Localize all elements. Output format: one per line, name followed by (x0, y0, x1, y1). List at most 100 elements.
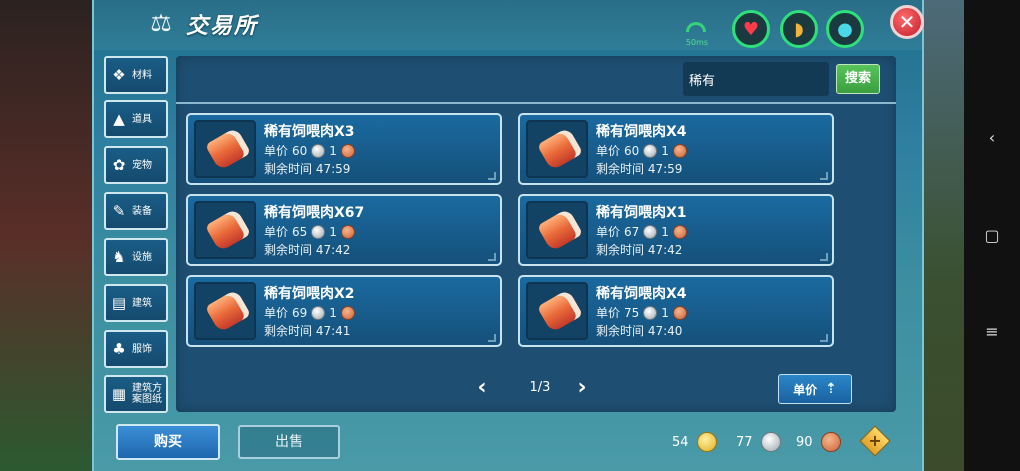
category-pets[interactable]: ✿ 宠物 (104, 146, 168, 184)
sort-label: 单价 (793, 382, 818, 397)
meat-icon (536, 127, 584, 171)
building-icon: ▤ (111, 294, 127, 312)
listing-card[interactable]: 稀有饲喂肉X67 单价 65 1 剩余时间 47:42 (186, 194, 502, 266)
silver-amount: 77 (736, 434, 753, 450)
search-input[interactable] (683, 62, 829, 96)
silver-coin-icon (643, 143, 658, 158)
time-remaining: 47:40 (647, 324, 683, 338)
item-name: 稀有饲喂肉X4 (596, 124, 687, 140)
price-label: 单价 (596, 225, 621, 239)
copper-price: 1 (661, 224, 669, 239)
copper-price: 1 (661, 143, 669, 158)
chevron-right-icon[interactable]: › (572, 376, 592, 400)
price-row: 单价 65 1 (264, 223, 355, 240)
search-button[interactable]: 搜索 (836, 64, 880, 94)
item-name: 稀有饲喂肉X4 (596, 286, 687, 302)
chevron-left-icon[interactable]: ‹ (472, 376, 492, 400)
category-materials[interactable]: ❖ 材料 (104, 56, 168, 94)
corner-mark (820, 172, 828, 180)
back-nav-icon[interactable]: ‹ (964, 128, 1020, 147)
world-left-scenery (0, 0, 100, 471)
listing-card[interactable]: 稀有饲喂肉X1 单价 67 1 剩余时间 47:42 (518, 194, 834, 266)
item-frame (526, 282, 588, 340)
buy-tab-button[interactable]: 购买 (116, 424, 220, 460)
price-row: 单价 60 1 (264, 142, 355, 159)
page-indicator: 1/3 (529, 380, 551, 395)
sort-arrow-icon: ⇡ (825, 381, 837, 397)
category-label: 服饰 (132, 343, 152, 355)
time-row: 剩余时间 47:41 (264, 322, 350, 339)
silver-coin-icon (311, 305, 326, 320)
material-icon: ❖ (112, 66, 126, 84)
silver-price: 67 (624, 224, 640, 239)
panel-header: ⚖ 交易所 50ms ♥ ◗ ● ✕ (94, 0, 924, 50)
system-navigation-bar: ‹ ▢ ≡ (964, 0, 1020, 471)
page-title: 交易所 (186, 14, 259, 39)
close-icon: ✕ (898, 10, 916, 34)
category-label: 设施 (132, 251, 152, 263)
clothing-icon: ♣ (112, 340, 126, 358)
time-row: 剩余时间 47:59 (264, 160, 350, 177)
listing-card[interactable]: 稀有饲喂肉X3 单价 60 1 剩余时间 47:59 (186, 113, 502, 185)
category-blueprints[interactable]: ▦ 建筑方 案图纸 (104, 375, 168, 413)
category-clothing[interactable]: ♣ 服饰 (104, 330, 168, 368)
category-label: 材料 (132, 69, 152, 81)
corner-mark (820, 334, 828, 342)
ping-label: 50ms (685, 38, 709, 47)
copper-coin-icon (672, 305, 687, 320)
exchange-panel: ⚖ 交易所 50ms ♥ ◗ ● ✕ ❖ 材料 ▲ 道具 ✿ 宠物 ✎ 装备 ♞… (92, 0, 924, 471)
add-currency-button[interactable]: + (859, 425, 891, 457)
scales-icon: ⚖ (150, 9, 172, 37)
gold-coin-icon (696, 432, 717, 452)
stomach-icon[interactable]: ◗ (780, 10, 818, 48)
time-row: 剩余时间 47:42 (596, 241, 682, 258)
listing-card[interactable]: 稀有饲喂肉X4 单价 75 1 剩余时间 47:40 (518, 275, 834, 347)
price-label: 单价 (264, 306, 289, 320)
category-equipment[interactable]: ✎ 装备 (104, 192, 168, 230)
time-label: 剩余时间 (596, 162, 645, 176)
silver-balance: 77 (736, 432, 781, 452)
meat-icon (204, 127, 252, 171)
home-nav-icon[interactable]: ▢ (964, 226, 1020, 245)
item-name: 稀有饲喂肉X1 (596, 205, 687, 221)
silver-price: 60 (624, 143, 640, 158)
heart-icon[interactable]: ♥ (732, 10, 770, 48)
category-facilities[interactable]: ♞ 设施 (104, 238, 168, 276)
time-remaining: 47:42 (315, 243, 351, 257)
price-row: 单价 69 1 (264, 304, 355, 321)
silver-coin-icon (643, 224, 658, 239)
copper-price: 1 (329, 305, 337, 320)
meat-icon (536, 289, 584, 333)
menu-nav-icon[interactable]: ≡ (964, 322, 1020, 341)
time-row: 剩余时间 47:40 (596, 322, 682, 339)
listing-card[interactable]: 稀有饲喂肉X2 单价 69 1 剩余时间 47:41 (186, 275, 502, 347)
sort-by-price-button[interactable]: 单价 ⇡ (778, 374, 852, 404)
listing-card[interactable]: 稀有饲喂肉X4 单价 60 1 剩余时间 47:59 (518, 113, 834, 185)
close-button[interactable]: ✕ (890, 5, 924, 39)
copper-coin-icon (340, 143, 355, 158)
category-items[interactable]: ▲ 道具 (104, 100, 168, 138)
water-drop-icon[interactable]: ● (826, 10, 864, 48)
silver-coin-icon (311, 143, 326, 158)
category-label: 建筑 (132, 297, 152, 309)
silver-price: 69 (292, 305, 308, 320)
blueprint-icon: ▦ (111, 385, 127, 403)
silver-coin-icon (311, 224, 326, 239)
item-name: 稀有饲喂肉X3 (264, 124, 355, 140)
category-buildings[interactable]: ▤ 建筑 (104, 284, 168, 322)
copper-coin-icon (340, 305, 355, 320)
sell-tab-button[interactable]: 出售 (238, 425, 340, 459)
time-remaining: 47:59 (647, 162, 683, 176)
category-label: 建筑方 案图纸 (132, 383, 162, 405)
meat-icon (536, 208, 584, 252)
equipment-icon: ✎ (112, 202, 126, 220)
silver-price: 60 (292, 143, 308, 158)
price-row: 单价 60 1 (596, 142, 687, 159)
item-frame (194, 201, 256, 259)
corner-mark (488, 253, 496, 261)
time-remaining: 47:59 (315, 162, 351, 176)
time-label: 剩余时间 (264, 324, 313, 338)
silver-price: 65 (292, 224, 308, 239)
item-frame (526, 201, 588, 259)
divider (176, 102, 896, 104)
